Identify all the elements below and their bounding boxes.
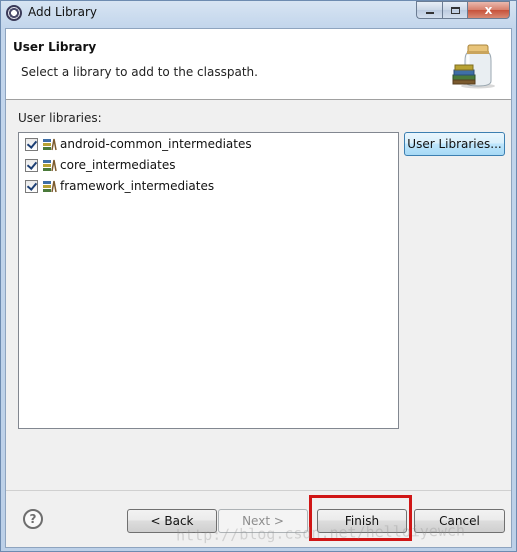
library-jar-icon — [452, 44, 495, 89]
user-libraries-button[interactable]: User Libraries... — [404, 132, 505, 156]
dialog-client-area: User Library Select a library to add to … — [5, 28, 512, 548]
caption-buttons: x — [416, 1, 510, 20]
eclipse-icon — [6, 5, 22, 21]
back-button[interactable]: < Back — [127, 509, 217, 533]
minimize-button[interactable] — [416, 1, 442, 19]
user-libraries-list[interactable]: android-common_intermediates core_interm… — [18, 132, 399, 429]
next-button[interactable]: Next > — [218, 509, 308, 533]
cancel-button[interactable]: Cancel — [414, 509, 505, 533]
library-label: android-common_intermediates — [60, 137, 252, 151]
library-label: framework_intermediates — [60, 179, 215, 193]
list-item[interactable]: core_intermediates — [25, 155, 175, 175]
help-icon[interactable]: ? — [23, 509, 43, 529]
library-checkbox[interactable] — [25, 179, 38, 193]
close-button[interactable]: x — [467, 1, 510, 19]
header-banner: User Library Select a library to add to … — [6, 29, 511, 100]
library-icon — [43, 138, 57, 151]
close-icon: x — [484, 3, 493, 17]
page-title: User Library — [13, 40, 97, 54]
library-checkbox[interactable] — [25, 158, 38, 172]
add-library-dialog: Add Library x User Library Select a libr… — [0, 0, 517, 552]
list-item[interactable]: android-common_intermediates — [25, 134, 252, 154]
library-icon — [43, 180, 57, 193]
user-libraries-label: User libraries: — [18, 111, 102, 125]
library-label: core_intermediates — [60, 158, 176, 172]
maximize-button[interactable] — [442, 1, 467, 19]
minimize-icon — [425, 12, 434, 14]
list-item[interactable]: framework_intermediates — [25, 176, 214, 196]
page-description: Select a library to add to the classpath… — [21, 65, 258, 79]
title-bar: Add Library x — [1, 1, 516, 25]
library-checkbox[interactable] — [25, 137, 38, 151]
library-icon — [43, 159, 57, 172]
window-title: Add Library — [28, 5, 98, 19]
maximize-icon — [450, 6, 460, 14]
finish-button[interactable]: Finish — [317, 509, 407, 533]
button-bar-separator — [6, 490, 511, 491]
